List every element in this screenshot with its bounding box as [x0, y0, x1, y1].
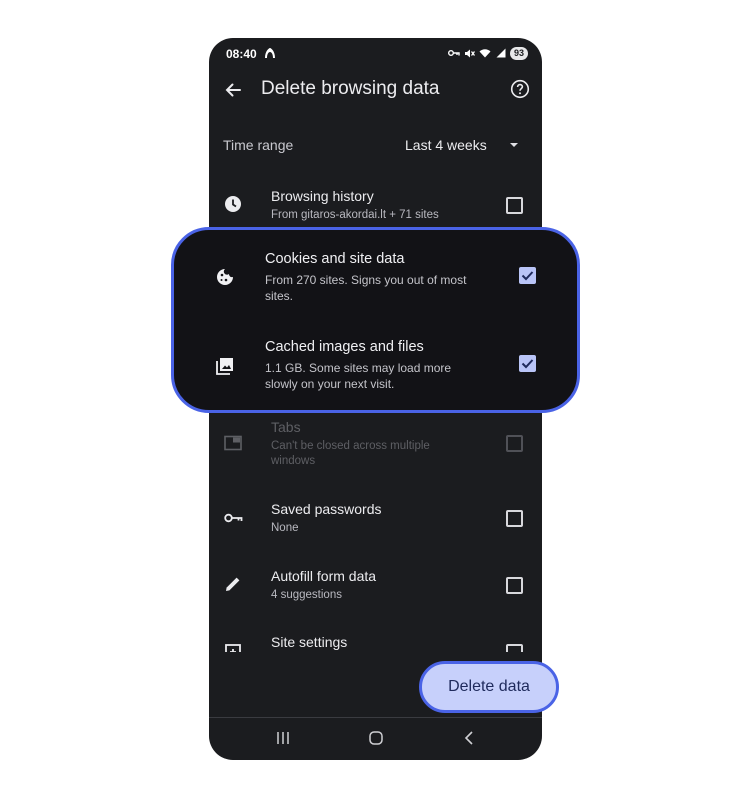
option-cookies-and-site-data[interactable]: Cookies and site data From 270 sites. Si…	[174, 248, 577, 308]
checkbox-checked[interactable]	[519, 267, 536, 284]
status-bar: 08:40 93	[209, 38, 542, 68]
recent-apps-icon[interactable]	[275, 730, 291, 746]
delete-data-button[interactable]: Delete data	[419, 661, 559, 713]
status-time: 08:40	[226, 47, 257, 61]
pencil-icon	[226, 577, 240, 591]
option-title: Saved passwords	[271, 501, 382, 517]
option-subtitle: 4 suggestions	[271, 589, 342, 601]
option-title: Browsing history	[271, 188, 374, 204]
time-range-select[interactable]: Time range Last 4 weeks	[209, 130, 542, 160]
option-title: Site settings	[271, 634, 348, 650]
checkbox-unchecked[interactable]	[506, 644, 523, 652]
tab-icon	[224, 435, 242, 451]
help-icon[interactable]	[510, 79, 530, 99]
battery-level: 93	[509, 46, 528, 60]
option-subtitle: From gitaros-akordai.lt + 71 sites	[271, 209, 439, 221]
wifi-icon	[479, 49, 491, 58]
dropdown-arrow-icon	[510, 143, 518, 147]
app-bar: Delete browsing data	[209, 72, 542, 108]
option-title: Cookies and site data	[265, 251, 405, 267]
check-icon	[521, 359, 534, 369]
option-title: Tabs	[271, 419, 301, 435]
back-arrow-icon[interactable]	[223, 80, 243, 100]
time-range-value: Last 4 weeks	[405, 137, 487, 153]
clock-icon	[225, 196, 241, 212]
option-title: Autofill form data	[271, 568, 377, 584]
notification-icon	[265, 48, 275, 58]
status-icons: 93	[447, 46, 528, 60]
option-cached-images-and-files[interactable]: Cached images and files 1.1 GB. Some sit…	[174, 336, 577, 396]
back-icon[interactable]	[462, 730, 478, 746]
signal-icon	[496, 48, 506, 58]
highlighted-options: Cookies and site data From 270 sites. Si…	[171, 227, 580, 413]
system-nav-bar	[209, 717, 542, 760]
settings-icon	[225, 644, 241, 652]
checkbox-unchecked[interactable]	[506, 577, 523, 594]
option-tabs: Tabs Can't be closed across multiple win…	[209, 418, 542, 467]
mute-icon	[464, 49, 475, 57]
cookie-icon	[217, 269, 233, 285]
option-title: Cached images and files	[265, 339, 424, 355]
time-range-label: Time range	[223, 137, 294, 153]
option-browsing-history[interactable]: Browsing history From gitaros-akordai.lt…	[209, 184, 542, 226]
option-subtitle: None	[271, 522, 299, 534]
home-icon[interactable]	[368, 730, 384, 746]
vpn-key-icon	[447, 50, 460, 56]
option-subtitle: 1.1 GB. Some sites may load more slowly …	[265, 361, 452, 391]
option-site-settings[interactable]: Site settings	[209, 632, 542, 652]
check-icon	[521, 271, 534, 281]
key-icon	[224, 513, 243, 523]
option-autofill-form-data[interactable]: Autofill form data 4 suggestions	[209, 565, 542, 605]
option-saved-passwords[interactable]: Saved passwords None	[209, 498, 542, 538]
checkbox-checked[interactable]	[519, 355, 536, 372]
checkbox-disabled	[506, 435, 523, 452]
checkbox-unchecked[interactable]	[506, 197, 523, 214]
option-subtitle: From 270 sites. Signs you out of most si…	[265, 273, 467, 303]
checkbox-unchecked[interactable]	[506, 510, 523, 527]
page-title: Delete browsing data	[261, 78, 440, 99]
image-icon	[216, 358, 233, 375]
option-subtitle: Can't be closed across multiple windows	[271, 440, 430, 467]
